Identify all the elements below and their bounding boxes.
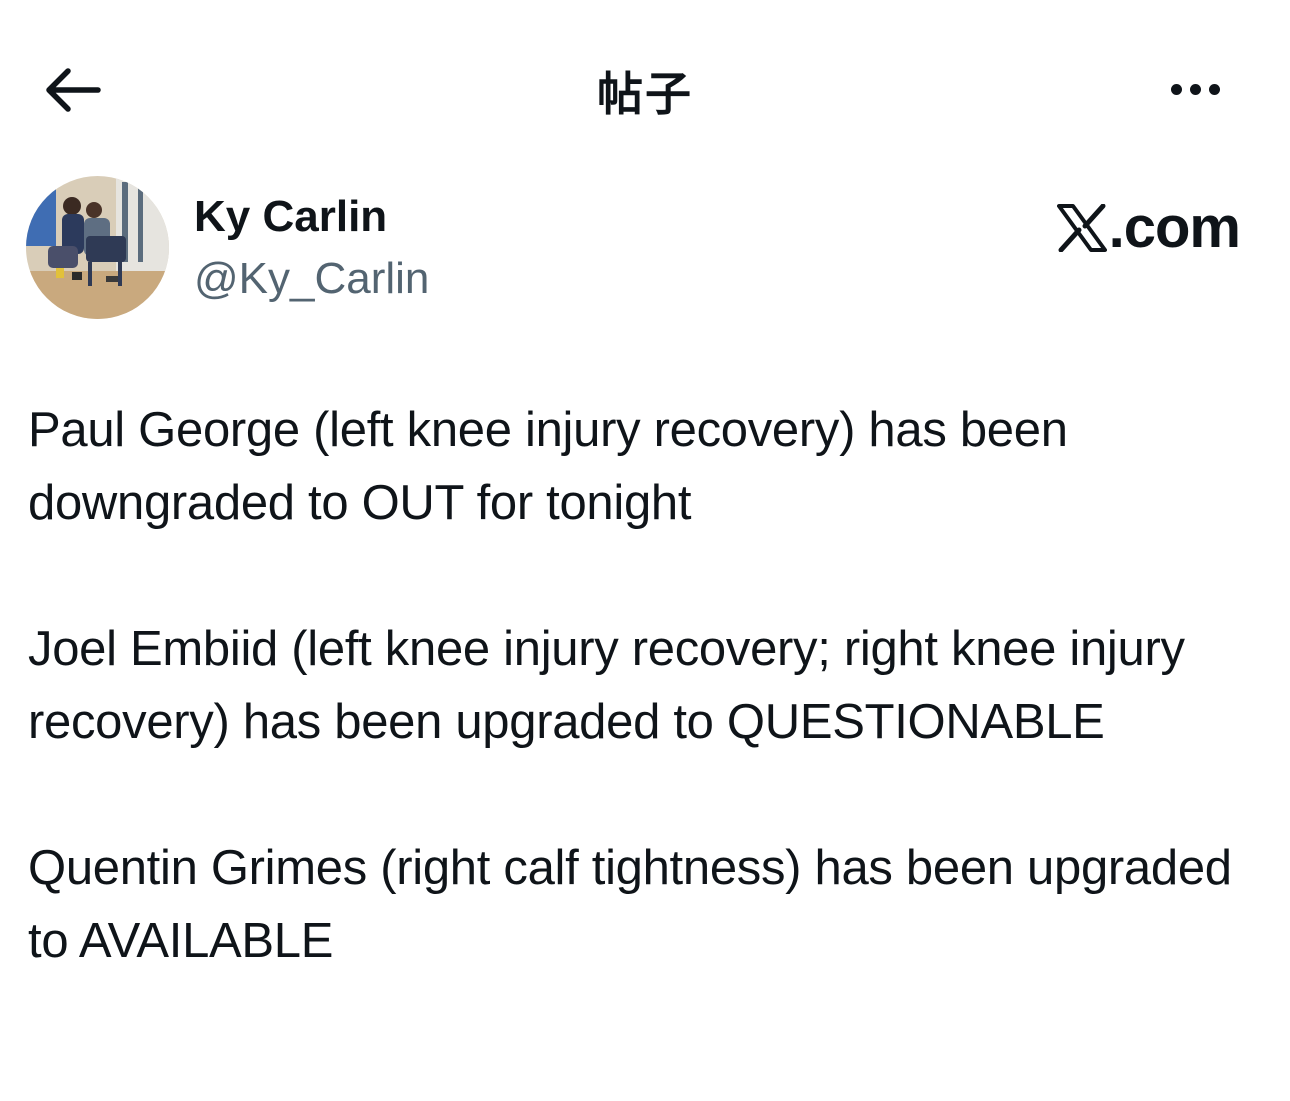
post-body: Paul George (left knee injury recovery) … xyxy=(28,394,1258,978)
more-options-button[interactable] xyxy=(1160,66,1230,112)
post-paragraph: Quentin Grimes (right calf tightness) ha… xyxy=(28,841,1232,968)
avatar[interactable] xyxy=(26,176,169,319)
more-dot xyxy=(1189,83,1201,95)
post-paragraph: Paul George (left knee injury recovery) … xyxy=(28,403,1068,530)
source-watermark: .com xyxy=(1056,194,1241,261)
source-brand-text: .com xyxy=(1108,195,1241,260)
top-bar: 帖子 xyxy=(0,0,1290,180)
author-handle[interactable]: @Ky_Carlin xyxy=(194,254,429,304)
avatar-photo xyxy=(26,176,169,319)
post-paragraph: Joel Embiid (left knee injury recovery; … xyxy=(28,622,1185,749)
x-logo-icon xyxy=(1056,203,1107,252)
author-name[interactable]: Ky Carlin xyxy=(194,192,387,242)
page-title: 帖子 xyxy=(597,67,693,121)
more-dot xyxy=(1208,83,1220,95)
more-horizontal-icon xyxy=(1170,83,1182,95)
post-detail-screen: 帖子 Ky Carlin @Ky_Carlin .com Paul George… xyxy=(0,0,1290,1101)
